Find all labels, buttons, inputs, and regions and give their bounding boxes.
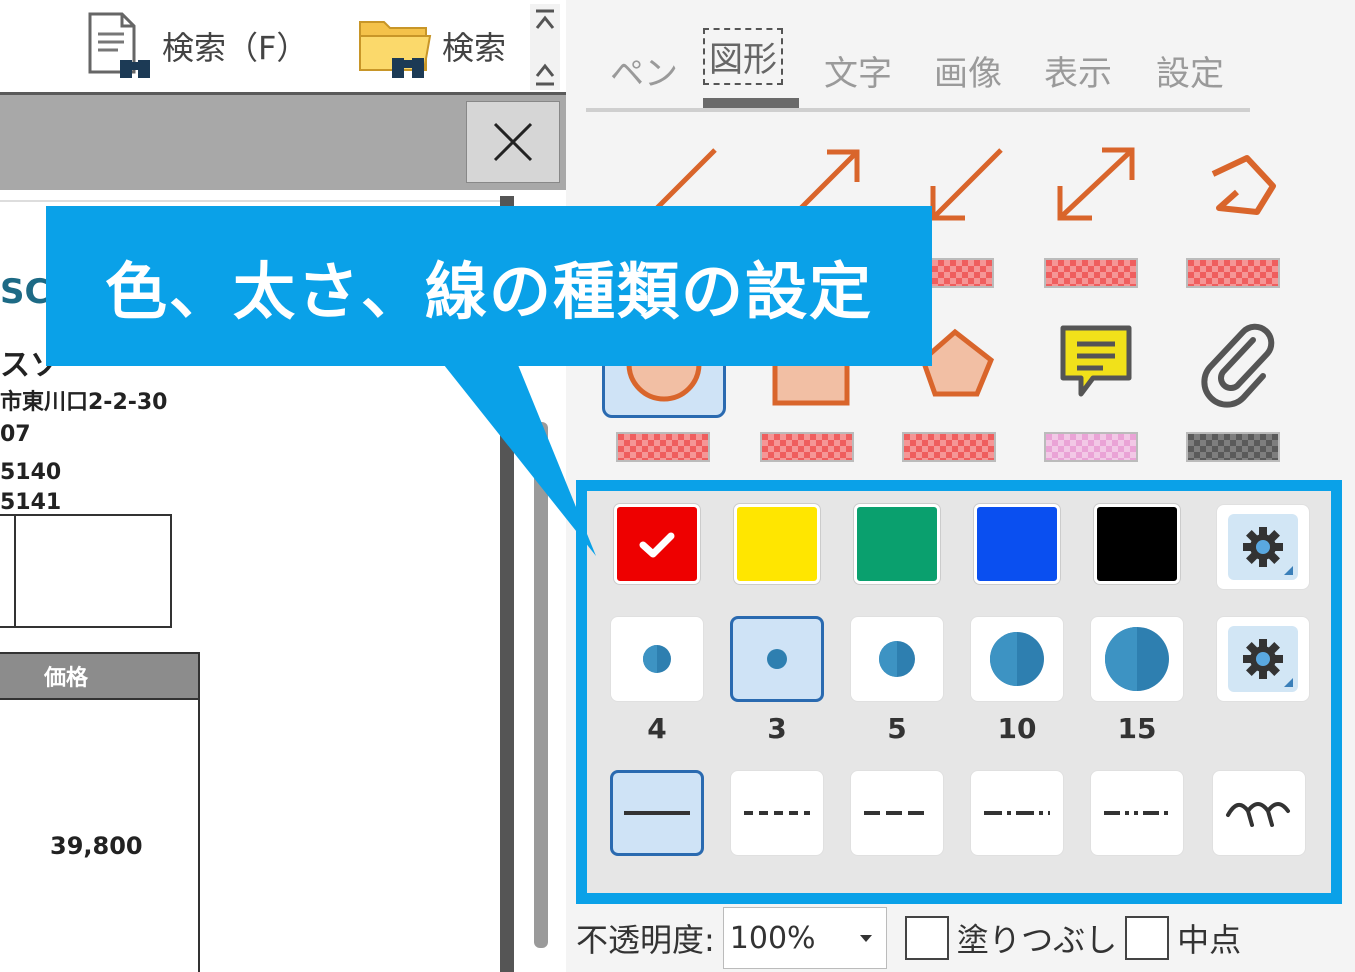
tab-bar: ペン 図形 文字 画像 表示 設定 xyxy=(586,28,1250,112)
color-red-button[interactable] xyxy=(614,504,700,584)
comment-icon xyxy=(1060,325,1132,397)
shape-style-swatch xyxy=(1044,258,1138,288)
width-settings-button[interactable] xyxy=(1216,616,1310,702)
dotted-line-icon xyxy=(744,811,810,815)
width-dot-icon xyxy=(879,641,915,677)
shape-style-swatch xyxy=(1186,432,1280,462)
folder-search-icon xyxy=(356,10,436,82)
document-viewer: 検索（F） 検索 SC スソ 市東川口2-2-30 07 5140 5141 価… xyxy=(0,0,566,972)
fax-text: 5141 xyxy=(0,490,62,515)
shape-style-swatch xyxy=(902,432,996,462)
dashed-line-icon xyxy=(864,811,930,815)
company-logo-text: SC xyxy=(0,272,50,312)
line-dash-dot-dot-button[interactable] xyxy=(1090,770,1184,856)
dash-dot-line-icon xyxy=(984,811,1050,815)
panel-scrollbar-thumb[interactable] xyxy=(534,422,548,948)
color-blue-button[interactable] xyxy=(974,504,1060,584)
shape-style-swatch xyxy=(760,432,854,462)
polygon-line-shape-button[interactable] xyxy=(1188,140,1288,230)
tab-shape[interactable]: 図形 xyxy=(703,28,783,85)
search-folder-button[interactable]: 検索 xyxy=(356,8,506,84)
price-column-header: 価格 xyxy=(0,652,200,700)
solid-line-icon xyxy=(624,811,690,815)
line-dotted-button[interactable] xyxy=(730,770,824,856)
search-file-button[interactable]: 検索（F） xyxy=(84,8,308,84)
width-dot-icon xyxy=(767,649,787,669)
width-dot-icon xyxy=(643,645,671,673)
price-value: 39,800 xyxy=(50,832,143,860)
stamp-box-divider xyxy=(14,514,16,628)
fill-checkbox[interactable] xyxy=(904,916,949,960)
width-dot-icon xyxy=(990,632,1044,686)
shape-style-swatch xyxy=(616,432,710,462)
color-black-button[interactable] xyxy=(1094,504,1180,584)
paperclip-icon xyxy=(1201,323,1275,408)
width-4-button[interactable] xyxy=(610,616,704,702)
attachment-shape-button[interactable] xyxy=(1188,318,1288,408)
color-settings-face xyxy=(1228,514,1298,580)
stamp-box xyxy=(0,514,172,628)
close-icon xyxy=(493,122,533,162)
midpoint-checkbox[interactable] xyxy=(1125,916,1170,960)
color-green-button[interactable] xyxy=(854,504,940,584)
dropdown-arrow-icon xyxy=(859,935,872,942)
shape-style-swatch xyxy=(1186,258,1280,288)
width-dot-icon xyxy=(1105,627,1169,691)
opacity-label: 不透明度: xyxy=(576,921,715,959)
scroll-up-icon[interactable] xyxy=(534,8,556,34)
shape-style-swatch xyxy=(1044,432,1138,462)
width-label-5: 5 xyxy=(887,712,907,745)
opacity-select[interactable]: 100% xyxy=(722,907,887,969)
annotation-panel: ペン 図形 文字 画像 表示 設定 4 3 5 10 15 不透明度: 100%… xyxy=(566,0,1355,972)
file-search-icon xyxy=(84,10,156,82)
postal-text: 07 xyxy=(0,422,31,447)
gear-icon xyxy=(1243,639,1283,679)
width-5-button[interactable] xyxy=(850,616,944,702)
width-settings-face xyxy=(1228,626,1298,692)
search-folder-label: 検索 xyxy=(442,29,507,67)
tab-text[interactable]: 文字 xyxy=(824,46,892,95)
document-header-bar xyxy=(0,92,566,190)
line-solid-button[interactable] xyxy=(610,770,704,856)
polyline-icon xyxy=(1211,155,1276,215)
callout-banner: 色、太さ、線の種類の設定 xyxy=(46,206,932,366)
double-arrow-shape-button[interactable] xyxy=(1046,140,1146,230)
width-3-button[interactable] xyxy=(730,616,824,702)
bottom-options-bar: 不透明度: 100% 塗りつぶし 中点 xyxy=(576,904,1336,972)
line-dash-dot-button[interactable] xyxy=(970,770,1064,856)
tab-view[interactable]: 表示 xyxy=(1044,46,1112,95)
tab-image[interactable]: 画像 xyxy=(934,46,1002,95)
cloud-line-icon xyxy=(1226,802,1290,827)
close-button[interactable] xyxy=(466,101,560,183)
active-tab-indicator xyxy=(703,98,799,108)
width-15-button[interactable] xyxy=(1090,616,1184,702)
address-text: 市東川口2-2-30 xyxy=(0,390,168,415)
double-arrow-icon xyxy=(1057,147,1135,221)
search-file-label: 検索（F） xyxy=(162,29,309,67)
opacity-value: 100% xyxy=(729,920,816,956)
check-icon xyxy=(639,532,675,558)
midpoint-label: 中点 xyxy=(1177,921,1242,959)
reverse-arrow-icon xyxy=(930,148,1003,221)
tab-pen[interactable]: ペン xyxy=(610,46,678,95)
line-cloud-button[interactable] xyxy=(1212,770,1306,856)
width-label-4: 4 xyxy=(647,712,667,745)
comment-shape-button[interactable] xyxy=(1046,318,1146,408)
dash-dot-dot-line-icon xyxy=(1104,811,1170,815)
gear-icon xyxy=(1243,527,1283,567)
callout-text: 色、太さ、線の種類の設定 xyxy=(104,255,873,328)
phone-text: 5140 xyxy=(0,460,62,485)
search-toolbar: 検索（F） 検索 xyxy=(0,0,566,90)
toolbar-scroll[interactable] xyxy=(530,4,560,90)
width-10-button[interactable] xyxy=(970,616,1064,702)
fill-label: 塗りつぶし xyxy=(956,921,1118,959)
width-label-10: 10 xyxy=(997,712,1037,745)
tab-settings[interactable]: 設定 xyxy=(1156,46,1224,95)
width-label-3: 3 xyxy=(767,712,787,745)
scroll-down-icon[interactable] xyxy=(534,62,556,88)
line-dashed-button[interactable] xyxy=(850,770,944,856)
color-yellow-button[interactable] xyxy=(734,504,820,584)
width-label-15: 15 xyxy=(1117,712,1157,745)
color-settings-button[interactable] xyxy=(1216,504,1310,590)
